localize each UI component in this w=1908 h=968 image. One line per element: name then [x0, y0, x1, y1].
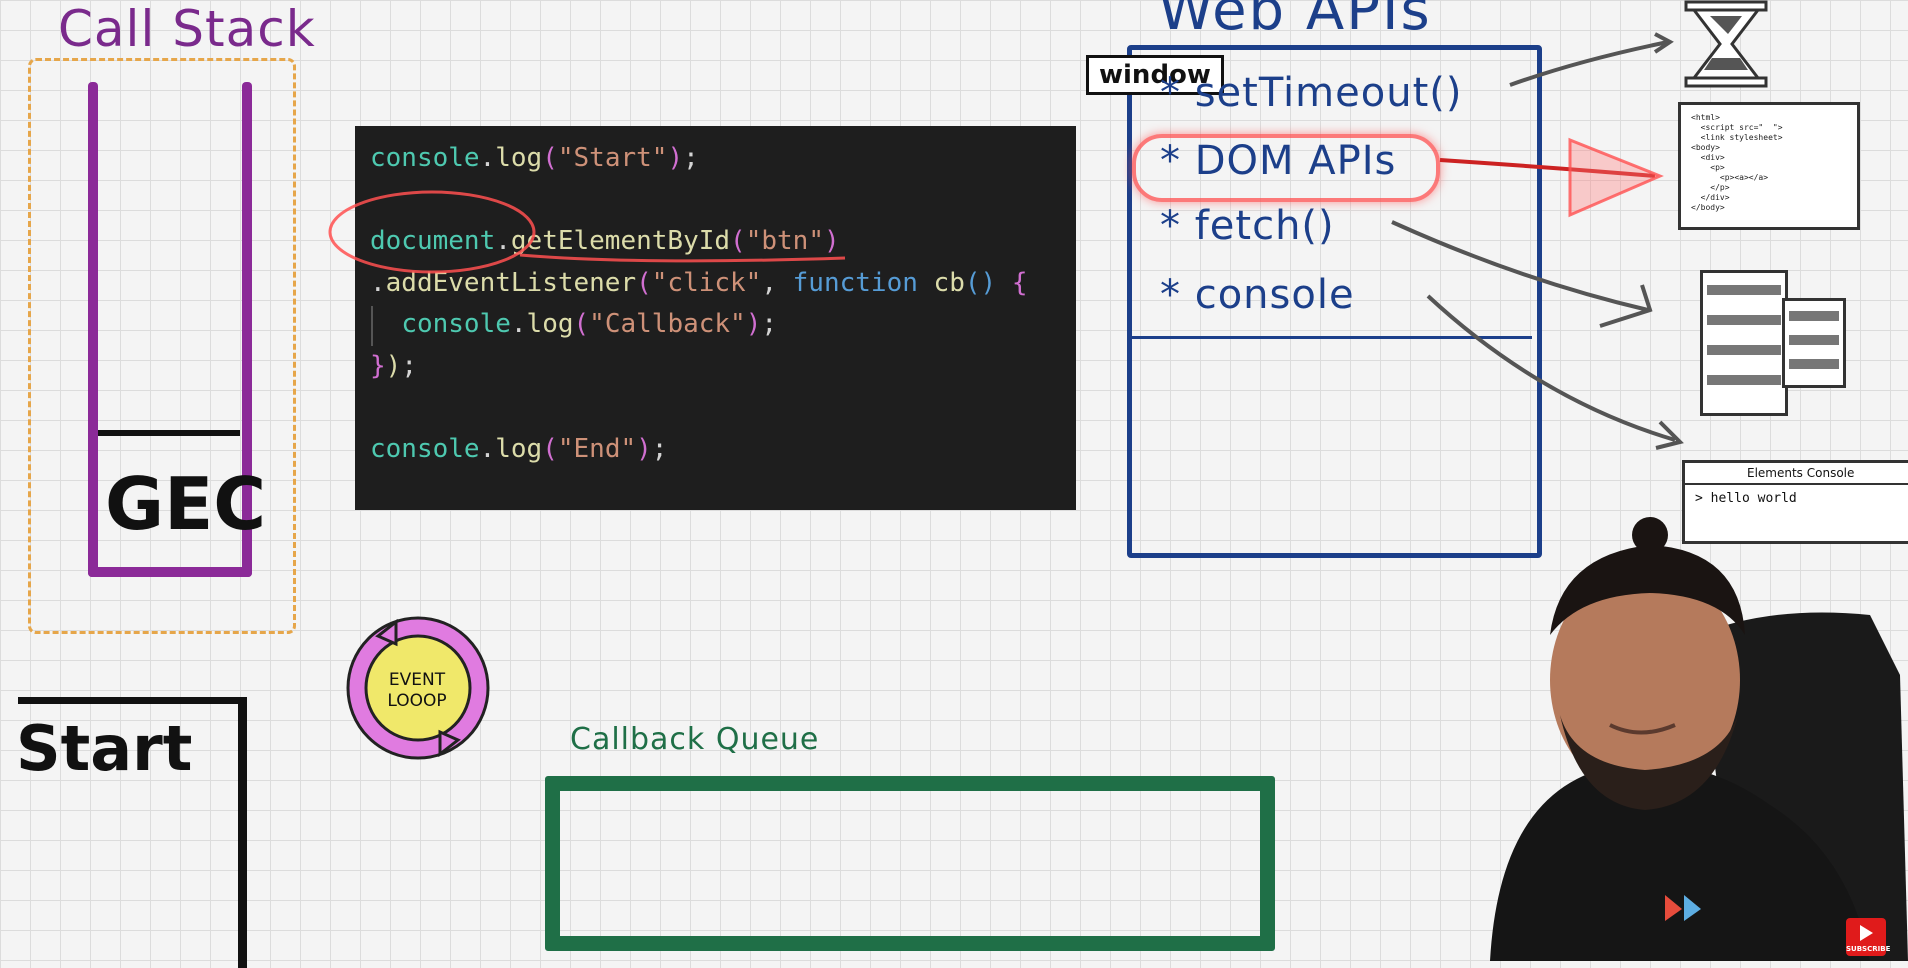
web-api-dom: * DOM APIs: [1160, 138, 1397, 184]
web-api-fetch: * fetch(): [1160, 203, 1335, 249]
event-loop-label: EVENT LOOOP: [372, 670, 462, 712]
subscribe-label: SUBSCRIBE: [1846, 945, 1891, 953]
html-document-code: <html> <script src=" "> <link stylesheet…: [1691, 113, 1783, 212]
callback-queue-box: [545, 776, 1275, 951]
devtools-output: > hello world: [1695, 491, 1797, 506]
code-line-4: console.log("Callback");: [401, 309, 778, 339]
web-apis-title: Web APIs: [1158, 0, 1432, 43]
call-stack-left-wall: [88, 82, 98, 577]
arrow-console-head: [1655, 420, 1684, 450]
indent-guide: [371, 306, 373, 346]
event-loop-line-2: LOOOP: [387, 691, 447, 711]
code-line-2: document.getElementById("btn"): [370, 226, 840, 256]
web-apis-divider: [1127, 336, 1532, 339]
hourglass-icon: [1684, 0, 1768, 88]
start-label: Start: [16, 712, 193, 785]
code-line-6: console.log("End");: [370, 433, 668, 464]
html-document-icon: <html> <script src=" "> <link stylesheet…: [1678, 102, 1860, 230]
presenter-image: [1490, 517, 1908, 961]
code-line-5: });: [370, 350, 417, 381]
code-line-3: .addEventListener("click", function cb()…: [370, 267, 1028, 298]
code-line-1: console.log("Start");: [370, 143, 699, 173]
web-api-console: * console: [1160, 272, 1355, 318]
play-icon: [1860, 925, 1873, 941]
arrow-dom-head: [1568, 137, 1664, 218]
call-stack-title: Call Stack: [58, 0, 316, 58]
web-api-settimeout: * setTimeout(): [1160, 70, 1463, 116]
gec-label: GEC: [105, 462, 267, 546]
code-block: console.log("Start"); document.getElemen…: [355, 126, 1076, 510]
event-loop-line-1: EVENT: [388, 670, 446, 690]
devtools-tabs: Elements Console: [1685, 463, 1908, 485]
server-icon: [1700, 270, 1788, 416]
arrow-settimeout-head: [1653, 32, 1674, 54]
callback-queue-title: Callback Queue: [570, 722, 820, 757]
arrow-fetch-head: [1599, 284, 1653, 328]
server-secondary-icon: [1782, 298, 1846, 388]
